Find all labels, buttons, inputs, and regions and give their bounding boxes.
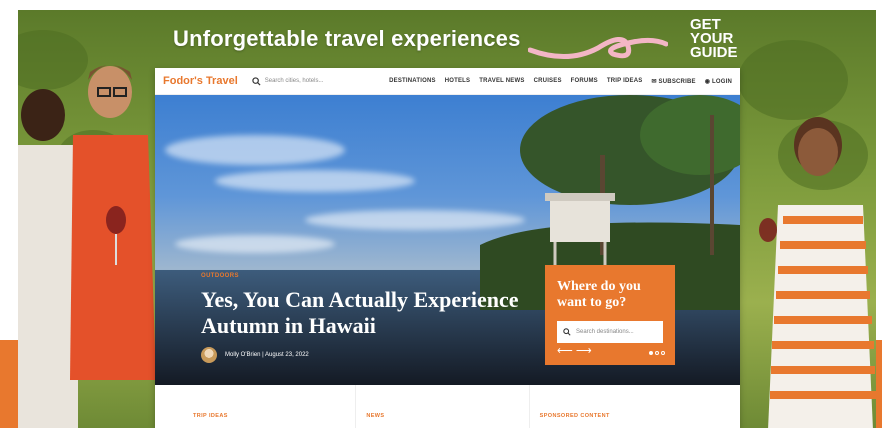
nav-forums[interactable]: FORUMS — [571, 78, 598, 84]
nav-trip-ideas[interactable]: TRIP IDEAS — [607, 78, 643, 84]
site-search[interactable]: Search cities, hotels... — [252, 76, 324, 86]
people-left-image — [18, 65, 156, 428]
search-placeholder: Search cities, hotels... — [264, 78, 324, 84]
cloud-decoration — [165, 135, 345, 165]
search-icon — [252, 76, 261, 86]
nav-destinations[interactable]: DESTINATIONS — [389, 78, 436, 84]
nav-login[interactable]: ◉ LOGIN — [705, 78, 732, 85]
section-trip-ideas[interactable]: TRIP IDEAS — [193, 385, 357, 428]
destination-search-widget: Where do you want to go? Search destinat… — [545, 265, 675, 365]
subscribe-label: SUBSCRIBE — [658, 78, 696, 85]
destination-placeholder: Search destinations... — [576, 329, 634, 335]
article-byline: Molly O'Brien | August 23, 2022 — [201, 347, 309, 363]
ribbon-swirl-decoration — [528, 37, 668, 60]
nav-subscribe[interactable]: ✉ SUBSCRIBE — [651, 78, 695, 85]
carousel-dot[interactable] — [661, 351, 665, 355]
section-news[interactable]: NEWS — [356, 385, 530, 428]
fodors-website-preview: Fodor's Travel Search cities, hotels... … — [155, 68, 740, 428]
cloud-decoration — [215, 170, 415, 192]
destination-search-input[interactable]: Search destinations... — [557, 321, 663, 343]
carousel-dots — [649, 351, 665, 355]
carousel-dot[interactable] — [655, 351, 659, 355]
nav-travel-news[interactable]: TRAVEL NEWS — [479, 78, 524, 84]
byline-text: Molly O'Brien | August 23, 2022 — [225, 352, 309, 358]
user-icon: ◉ — [704, 78, 711, 85]
screenshot-frame: Unforgettable travel experiences GET YOU… — [0, 0, 882, 428]
mail-icon: ✉ — [651, 78, 657, 85]
carousel-dot[interactable] — [649, 351, 653, 355]
carousel-arrows: ⟵ ⟶ — [557, 344, 592, 357]
login-label: LOGIN — [712, 78, 732, 85]
ad-headline: Unforgettable travel experiences — [173, 26, 521, 51]
arrow-left-icon[interactable]: ⟵ — [557, 345, 573, 357]
get-your-guide-button[interactable]: GET YOUR GUIDE — [690, 17, 760, 60]
section-sponsored[interactable]: SPONSORED CONTENT — [530, 385, 702, 428]
section-strip: TRIP IDEAS NEWS SPONSORED CONTENT — [155, 385, 740, 428]
person-right-image — [759, 117, 876, 428]
article-category[interactable]: OUTDOORS — [201, 273, 239, 279]
search-icon — [563, 328, 571, 336]
cloud-decoration — [175, 235, 335, 253]
nav-cruises[interactable]: CRUISES — [534, 78, 562, 84]
fodors-logo[interactable]: Fodor's Travel — [163, 75, 238, 87]
arrow-right-icon[interactable]: ⟶ — [576, 345, 592, 357]
site-navigation: Fodor's Travel Search cities, hotels... … — [155, 68, 740, 95]
article-title[interactable]: Yes, You Can Actually Experience Autumn … — [201, 287, 541, 339]
nav-hotels[interactable]: HOTELS — [445, 78, 471, 84]
widget-heading: Where do you want to go? — [557, 279, 641, 310]
author-avatar — [201, 347, 217, 363]
